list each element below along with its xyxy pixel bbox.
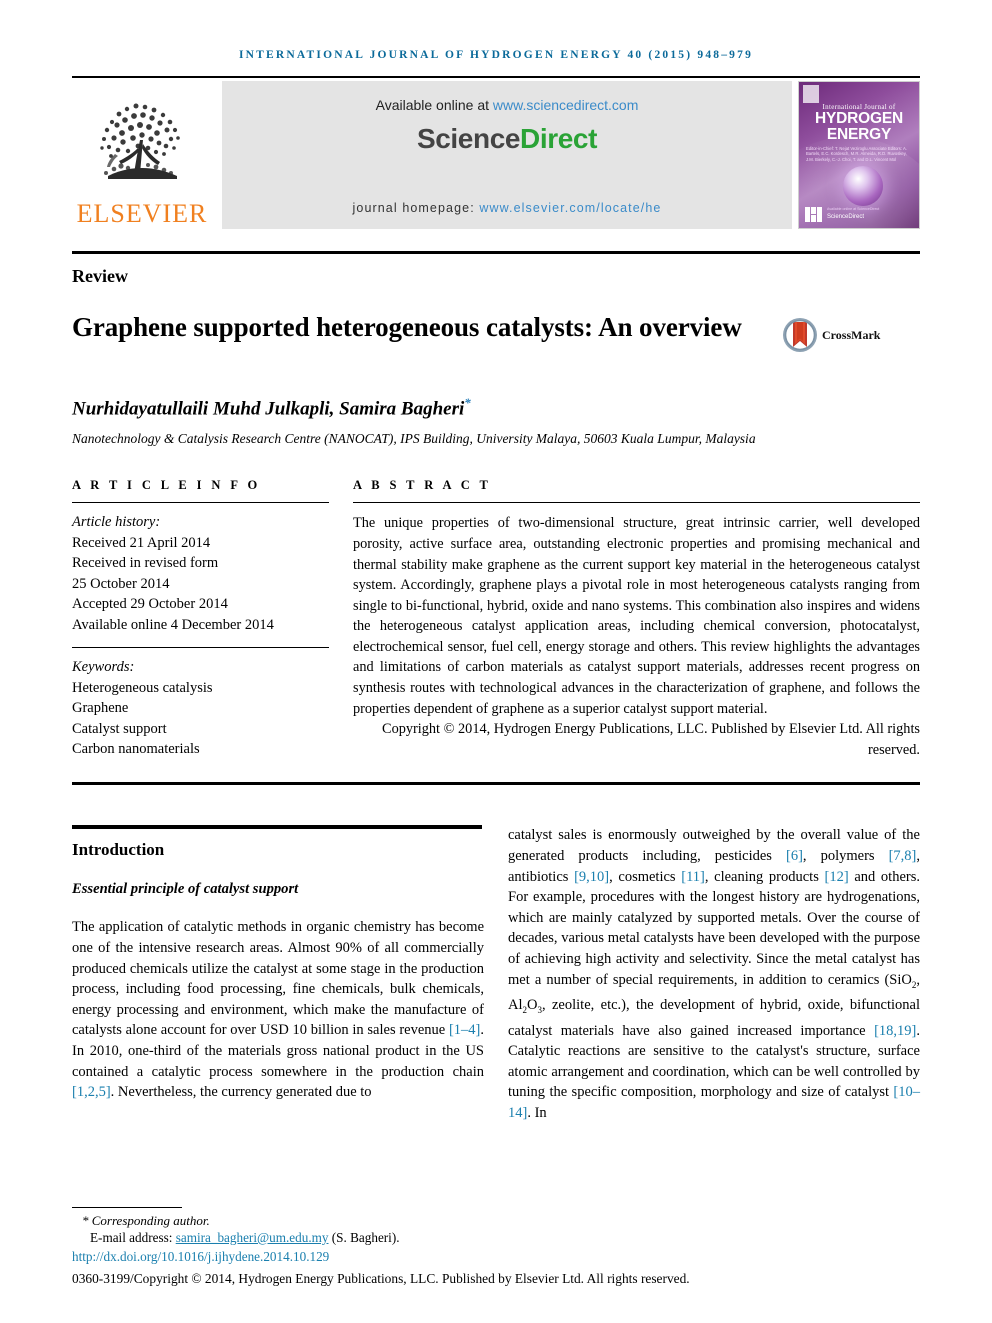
abstract-column: A B S T R A C T The unique properties of… (353, 478, 920, 760)
citation-link[interactable]: [12] (825, 869, 849, 885)
email-note: E-mail address: samira_bagheri@um.edu.my… (72, 1229, 920, 1247)
article-history-label: Article history: (72, 514, 161, 531)
info-abstract-section: A R T I C L E I N F O Article history: R… (72, 478, 920, 760)
page-title: Graphene supported heterogeneous catalys… (72, 312, 742, 342)
cover-sciencedirect-label: ScienceDirect (827, 214, 865, 220)
cover-publisher-mark (803, 85, 819, 103)
body-paragraph-right: catalyst sales is enormously outweighed … (508, 825, 920, 1123)
journal-homepage-label: journal homepage: (352, 201, 480, 215)
author-list: Nurhidayatullaili Muhd Julkapli, Samira … (72, 395, 920, 420)
email-label: E-mail address: (90, 1230, 176, 1245)
body-text: , zeolite, etc.), the development of hyb… (508, 997, 920, 1039)
citation-link[interactable]: [11] (681, 869, 705, 885)
sciencedirect-word-science: Science (416, 123, 521, 154)
keywords-block: Keywords: Heterogeneous catalysis Graphe… (72, 657, 329, 760)
article-info-column: A R T I C L E I N F O Article history: R… (72, 478, 329, 760)
journal-homepage-link[interactable]: www.elsevier.com/locate/he (479, 201, 661, 215)
subsection-heading: Essential principle of catalyst support (72, 881, 299, 898)
article-type-rule (72, 251, 920, 254)
author-names: Nurhidayatullaili Muhd Julkapli, Samira … (72, 398, 465, 420)
doi-link[interactable]: http://dx.doi.org/10.1016/j.ijhydene.201… (72, 1248, 920, 1266)
keywords-label: Keywords: (72, 659, 135, 676)
corresponding-author-note: * Corresponding author. (82, 1212, 210, 1228)
sciencedirect-url-link[interactable]: www.sciencedirect.com (493, 97, 639, 113)
journal-cover-thumbnail: International Journal of HYDROGEN ENERGY… (798, 81, 920, 229)
footnote-area: * Corresponding author. E-mail address: … (72, 1206, 920, 1289)
citation-link[interactable]: [6] (786, 848, 803, 864)
sciencedirect-banner: Available online at www.sciencedirect.co… (222, 81, 792, 229)
article-info-heading: A R T I C L E I N F O (72, 478, 261, 493)
keyword-item: Carbon nanomaterials (72, 741, 200, 758)
abstract-text: The unique properties of two-dimensional… (353, 515, 920, 717)
abstract-bottom-rule (72, 782, 920, 786)
body-text: , cleaning products (704, 868, 825, 885)
article-history-item: Accepted 29 October 2014 (72, 596, 228, 613)
section-heading-introduction: Introduction (72, 840, 165, 860)
citation-link[interactable]: [18,19] (874, 1023, 916, 1039)
article-history-item: Available online 4 December 2014 (72, 616, 274, 633)
body-text: . In (527, 1104, 547, 1121)
elsevier-logo: ELSEVIER (72, 81, 212, 229)
available-online-label: Available online at (375, 97, 493, 113)
elsevier-wordmark: ELSEVIER (76, 199, 208, 228)
body-text: , polymers (802, 848, 889, 865)
crossmark-badge[interactable]: CrossMark (782, 317, 880, 353)
article-history-item: Received in revised form (72, 555, 219, 572)
footnote-rule (72, 1206, 182, 1208)
citation-link[interactable]: [1–4] (449, 1022, 480, 1038)
body-column-left: Introduction Essential principle of cata… (72, 825, 484, 1123)
abstract-copyright: Copyright © 2014, Hydrogen Energy Public… (382, 721, 920, 758)
abstract-divider (353, 502, 920, 504)
cover-sciencedirect-mark: Available online at ScienceDirect Scienc… (827, 205, 879, 221)
article-history-item: Received 21 April 2014 (72, 534, 211, 551)
citation-link[interactable]: [9,10] (574, 869, 609, 885)
article-info-divider (72, 502, 329, 504)
paper-page: INTERNATIONAL JOURNAL OF HYDROGEN ENERGY… (0, 0, 992, 1323)
issn-copyright-line: 0360-3199/Copyright © 2014, Hydrogen Ene… (72, 1271, 690, 1286)
email-link[interactable]: samira_bagheri@um.edu.my (176, 1230, 329, 1245)
cover-big-title: HYDROGEN ENERGY (799, 111, 919, 143)
title-row: Graphene supported heterogeneous catalys… (72, 309, 920, 353)
body-text: O (527, 997, 538, 1014)
cover-editors: Editor-in-Chief: T. Nejat Veziroglu Asso… (806, 146, 907, 162)
body-text: and others. For example, procedures with… (508, 868, 920, 988)
cover-sphere-graphic (843, 166, 883, 206)
body-column-right: catalyst sales is enormously outweighed … (508, 825, 920, 1123)
body-text: , cosmetics (609, 868, 682, 885)
article-type-label: Review (72, 266, 128, 286)
body-text: . Nevertheless, the currency generated d… (110, 1084, 372, 1101)
elsevier-tree-icon (100, 103, 180, 179)
article-history-block: Article history: Received 21 April 2014 … (72, 512, 329, 635)
citation-link[interactable]: [7,8] (889, 848, 917, 864)
crossmark-icon (783, 318, 817, 352)
abstract-heading: A B S T R A C T (353, 478, 492, 493)
cover-sciencedirect-tiny: Available online at ScienceDirect (827, 207, 880, 211)
keywords-divider (72, 647, 329, 649)
crossmark-label: CrossMark (822, 327, 881, 342)
sciencedirect-wordmark: ScienceDirect (417, 123, 597, 155)
citation-link[interactable]: [1,2,5] (72, 1084, 111, 1100)
body-text: The application of catalytic methods in … (72, 919, 484, 1039)
journal-masthead: ELSEVIER Available online at www.science… (72, 76, 920, 229)
corresponding-author-marker: * (464, 395, 471, 410)
sciencedirect-word-direct: Direct (520, 123, 598, 154)
affiliation: Nanotechnology & Catalysis Research Cent… (72, 431, 756, 447)
article-history-item: 25 October 2014 (72, 575, 170, 592)
cover-imprint-icon (805, 207, 822, 222)
journal-homepage-line: journal homepage: www.elsevier.com/locat… (353, 201, 662, 215)
email-suffix: (S. Bagheri). (328, 1230, 400, 1245)
body-paragraph-left: The application of catalytic methods in … (72, 917, 484, 1102)
keyword-item: Heterogeneous catalysis (72, 679, 213, 696)
keyword-item: Graphene (72, 700, 129, 717)
cover-title-line1: HYDROGEN (815, 110, 903, 127)
introduction-rule (72, 825, 482, 830)
body-columns: Introduction Essential principle of cata… (72, 825, 920, 1123)
keyword-item: Catalyst support (72, 720, 167, 737)
running-head: INTERNATIONAL JOURNAL OF HYDROGEN ENERGY… (238, 49, 754, 61)
cover-title-line2: ENERGY (826, 126, 892, 143)
available-online-line: Available online at www.sciencedirect.co… (376, 97, 639, 113)
